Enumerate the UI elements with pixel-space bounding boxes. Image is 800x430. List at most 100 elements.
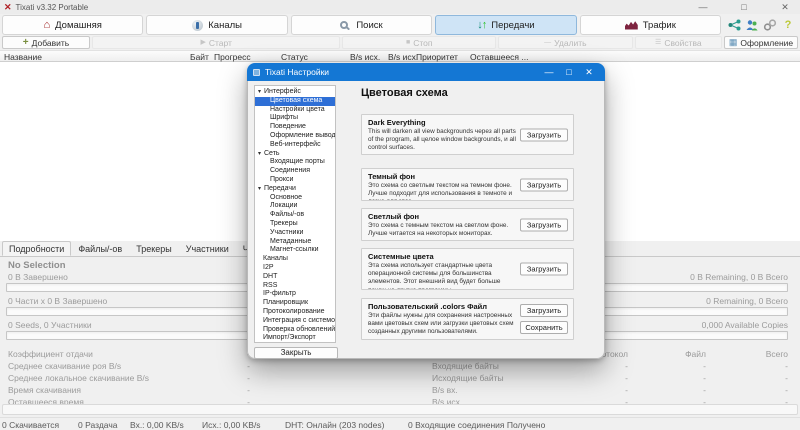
stop-icon: ■ (405, 39, 411, 46)
settings-tree-item-RSS[interactable]: RSS (255, 282, 335, 291)
tree-item-label: Цветовая схема (270, 96, 323, 104)
color-scheme-card: Системные цвета Эта схема использует стан… (361, 248, 574, 290)
link-icon[interactable] (762, 17, 778, 33)
settings-tree-item-Каналы[interactable]: Каналы (255, 255, 335, 264)
load-button[interactable]: Загрузить (520, 218, 568, 231)
save-button[interactable]: Сохранить (520, 321, 568, 334)
settings-tree-item-Локации[interactable]: Локации (255, 202, 335, 211)
card-title: Темный фон (368, 172, 416, 181)
settings-dialog-controls: — □ ✕ (539, 63, 599, 81)
users-icon[interactable] (744, 17, 760, 33)
close-button[interactable]: ✕ (778, 2, 792, 13)
dialog-maximize-button[interactable]: □ (559, 63, 579, 81)
settings-tree-item-Входящие порты[interactable]: Входящие порты (255, 158, 335, 167)
settings-dialog-titlebar[interactable]: Tixati Настройки — □ ✕ (247, 63, 605, 81)
settings-tree-item-Интеграция с системой[interactable]: Интеграция с системой (255, 317, 335, 326)
settings-tree-item-Проверка обновлений[interactable]: Проверка обновлений (255, 326, 335, 335)
properties-button[interactable]: ☰ Свойства (634, 36, 722, 49)
color-scheme-card: Пользовательский .colors Файл Эти файлы н… (361, 298, 574, 340)
settings-tree-item-Импорт/Экспорт[interactable]: Импорт/Экспорт (255, 334, 335, 342)
dialog-minimize-button[interactable]: — (539, 63, 559, 81)
column-header[interactable]: B/s исх. (388, 52, 418, 62)
tree-item-label: Планировщик (263, 299, 309, 307)
card-title: Светлый фон (368, 212, 420, 221)
progress-label-left: 0 Seeds, 0 Участники (8, 320, 92, 330)
load-button[interactable]: Загрузить (520, 128, 568, 141)
column-header[interactable]: Статус (281, 52, 308, 62)
tab-Домашняя[interactable]: ⌂ Домашняя (2, 15, 144, 35)
home-icon: ⌂ (43, 18, 51, 31)
tree-item-label: Интеграция с системой (263, 316, 336, 324)
column-header[interactable]: Приоритет (416, 52, 458, 62)
settings-tree-item-Соединения[interactable]: Соединения (255, 167, 335, 176)
settings-tree-item-Шрифты[interactable]: Шрифты (255, 114, 335, 123)
settings-tree-item-Протоколирование[interactable]: Протоколирование (255, 308, 335, 317)
stop-button[interactable]: ■ Стоп (342, 36, 497, 49)
settings-tree-item-Файлы/-ов[interactable]: Файлы/-ов (255, 211, 335, 220)
help-icon[interactable]: ? (780, 17, 796, 33)
stat-label: Коэффициент отдачи (8, 349, 93, 359)
load-button[interactable]: Загрузить (520, 178, 568, 191)
settings-tree-item-Прокси[interactable]: Прокси (255, 176, 335, 185)
quick-icons: ? (724, 15, 798, 35)
settings-tree-item-Магнет-ссылки[interactable]: Магнет-ссылки (255, 246, 335, 255)
stat-value: - (247, 385, 250, 395)
settings-tree-item-Трекеры[interactable]: Трекеры (255, 220, 335, 229)
add-button[interactable]: + Добавить (2, 36, 90, 49)
settings-tree-item-Цветовая схема[interactable]: Цветовая схема (255, 96, 335, 106)
settings-tree-item-IP-фильтр[interactable]: IP-фильтр (255, 290, 335, 299)
settings-tree-item-Настройки цвета[interactable]: Настройки цвета (255, 106, 335, 115)
settings-dialog-body: ▾ Интерфейс Цветовая схема Настройки цвета Ш… (247, 81, 605, 359)
dialog-close-icon[interactable]: ✕ (579, 63, 599, 81)
stats-cell: - (785, 373, 788, 383)
settings-tree-item-Участники[interactable]: Участники (255, 229, 335, 238)
stats-column-header: Файл (685, 349, 706, 359)
settings-tree-item-I2P[interactable]: I2P (255, 264, 335, 273)
share-icon[interactable] (726, 17, 742, 33)
detail-tab-Подробности[interactable]: Подробности (2, 241, 72, 256)
column-header[interactable]: Байт (190, 52, 209, 62)
properties-icon: ☰ (655, 39, 662, 46)
stat-label: Среднее локальное скачивание B/s (8, 373, 150, 383)
status-item: Вх.: 0,00 KB/s (130, 420, 184, 430)
appearance-button[interactable]: ▦ Оформление (724, 36, 798, 49)
tab-Трафик[interactable]: Трафик (579, 15, 722, 35)
settings-page-title: Цветовая схема (361, 87, 448, 99)
load-button[interactable]: Загрузить (520, 262, 568, 276)
window-title: Tixati v3.32 Portable (15, 2, 89, 12)
settings-tree-item-Основное[interactable]: Основное (255, 194, 335, 203)
settings-dialog-title: Tixati Настройки (265, 67, 330, 77)
start-button[interactable]: ▶ Старт (92, 36, 341, 49)
stat-value: - (247, 373, 250, 383)
settings-close-button[interactable]: Закрыть (254, 347, 338, 359)
minimize-button[interactable]: — (696, 2, 710, 12)
status-item: Исх.: 0,00 KB/s (202, 420, 261, 430)
column-header[interactable]: Название (4, 52, 42, 62)
progress-label-left: 0 B Завершено (8, 272, 68, 282)
settings-tree-item-DHT[interactable]: DHT (255, 273, 335, 282)
column-header[interactable]: Прогресс (214, 52, 251, 62)
remove-button[interactable]: — Удалить (498, 36, 633, 49)
column-header[interactable]: B/s исх. (350, 52, 380, 62)
column-header[interactable]: Оставшееся ... (470, 52, 528, 62)
load-button[interactable]: Загрузить (520, 304, 568, 317)
detail-tab-Трекеры[interactable]: Трекеры (129, 241, 179, 256)
detail-tab-Участники[interactable]: Участники (179, 241, 236, 256)
tab-Каналы[interactable]: Каналы (146, 15, 288, 35)
settings-tree-item-Метаданные[interactable]: Метаданные (255, 238, 335, 247)
stats-cell: - (703, 361, 706, 371)
settings-tree-item-Интерфейс[interactable]: ▾ Интерфейс (255, 88, 335, 97)
settings-tree-item-Веб-интерфейс[interactable]: Веб-интерфейс (255, 141, 335, 150)
settings-tree-item-Поведение[interactable]: Поведение (255, 123, 335, 132)
settings-tree-item-Передачи[interactable]: ▾ Передачи (255, 185, 335, 194)
detail-tab-Файлы/-ов[interactable]: Файлы/-ов (71, 241, 129, 256)
settings-tree-item-Оформление вывода[interactable]: Оформление вывода (255, 132, 335, 141)
progress-label-right: 0,000 Available Copies (701, 320, 788, 330)
tree-item-label: RSS (263, 281, 278, 289)
tab-Поиск[interactable]: Поиск (290, 15, 433, 35)
settings-tree-item-Сеть[interactable]: ▾ Сеть (255, 150, 335, 159)
settings-tree-item-Планировщик[interactable]: Планировщик (255, 299, 335, 308)
tab-Передачи[interactable]: ↓↑ Передачи (435, 15, 577, 35)
maximize-button[interactable]: □ (737, 2, 751, 12)
card-description: Эта схема использует стандартные цвета о… (368, 261, 501, 290)
